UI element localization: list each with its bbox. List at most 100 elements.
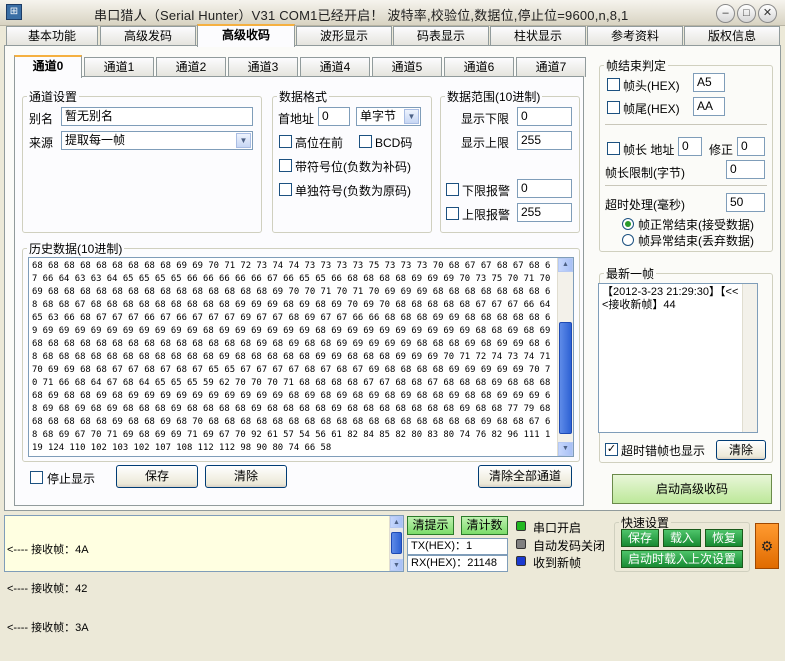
history-textarea[interactable]: 68 68 68 68 68 68 68 68 68 69 69 70 71 7…: [28, 257, 574, 457]
maximize-button[interactable]: □: [737, 4, 756, 23]
autoload-button[interactable]: 启动时载入上次设置: [621, 550, 743, 568]
latest-clear-button[interactable]: 清除: [716, 440, 766, 460]
scroll-up-icon[interactable]: ▲: [390, 516, 403, 528]
tab-reference[interactable]: 参考资料: [587, 26, 683, 46]
start-advanced-receive-button[interactable]: 启动高级收码: [612, 474, 772, 504]
correct-input[interactable]: 0: [737, 137, 765, 156]
quick-save-button[interactable]: 保存: [621, 529, 659, 547]
frame-abnormal-label: 帧异常结束(丢弃数据): [638, 234, 754, 248]
frame-len-addr-input[interactable]: 0: [678, 137, 702, 156]
main-tabs: 基本功能 高级发码 高级收码 波形显示 码表显示 柱状显示 参考资料 版权信息: [4, 24, 781, 47]
tab-channel-1[interactable]: 通道1: [84, 57, 154, 77]
latest-frame-legend: 最新一帧: [606, 267, 655, 281]
tab-bar-chart[interactable]: 柱状显示: [490, 26, 586, 46]
close-button[interactable]: ✕: [758, 4, 777, 23]
scroll-up-icon[interactable]: ▲: [558, 258, 573, 272]
tab-channel-4[interactable]: 通道4: [300, 57, 370, 77]
bcd-checkbox[interactable]: [359, 135, 372, 148]
scroll-down-icon[interactable]: ▼: [390, 559, 403, 571]
tab-channel-7[interactable]: 通道7: [516, 57, 586, 77]
byte-select[interactable]: 单字节 ▼: [356, 107, 421, 126]
latest-frame-textarea[interactable]: 【2012-3-23 21:29:30】【<<<接收新帧】44: [598, 283, 758, 433]
clear-all-channels-button[interactable]: 清除全部通道: [478, 465, 572, 488]
source-select[interactable]: 提取每一帧 ▼: [61, 131, 253, 150]
data-format-legend: 数据格式: [279, 90, 328, 104]
recv-frame-led-icon: [516, 556, 526, 566]
tab-copyright[interactable]: 版权信息: [684, 26, 780, 46]
frame-tail-checkbox[interactable]: [607, 101, 620, 114]
log-scrollbar[interactable]: ▲ ▼: [389, 516, 403, 571]
tab-advanced-receive[interactable]: 高级收码: [197, 24, 295, 47]
auto-send-led-icon: [516, 539, 526, 549]
upper-alarm-label: 上限报警: [462, 208, 511, 222]
signed-label: 带符号位(负数为补码): [295, 160, 411, 174]
bcd-label: BCD码: [375, 136, 413, 150]
scroll-thumb[interactable]: [391, 532, 402, 554]
alias-input[interactable]: 暂无别名: [61, 107, 253, 126]
show-timeout-label: 超时错帧也显示: [621, 444, 706, 458]
save-button[interactable]: 保存: [116, 465, 198, 488]
show-timeout-checkbox[interactable]: ✓: [605, 443, 618, 456]
tab-waveform[interactable]: 波形显示: [296, 26, 392, 46]
frame-end-legend: 帧结束判定: [606, 59, 667, 73]
upper-alarm-input[interactable]: 255: [517, 203, 572, 222]
stop-display-checkbox[interactable]: [30, 471, 43, 484]
tool-icon[interactable]: ⚙: [755, 523, 779, 569]
lower-alarm-input[interactable]: 0: [517, 179, 572, 198]
tab-advanced-send[interactable]: 高级发码: [100, 26, 196, 46]
upper-limit-input[interactable]: 255: [517, 131, 572, 150]
minimize-button[interactable]: –: [716, 4, 735, 23]
byte-select-value: 单字节: [360, 109, 397, 123]
tab-channel-3[interactable]: 通道3: [228, 57, 298, 77]
recv-frame-label: 收到新帧: [533, 556, 582, 570]
frame-len-limit-label: 帧长限制(字节): [605, 166, 685, 180]
history-scrollbar[interactable]: ▲ ▼: [557, 258, 573, 456]
single-sign-checkbox[interactable]: [279, 183, 292, 196]
frame-len-checkbox[interactable]: [607, 142, 620, 155]
scroll-down-icon[interactable]: ▼: [558, 442, 573, 456]
lower-alarm-checkbox[interactable]: [446, 183, 459, 196]
frame-head-checkbox[interactable]: [607, 78, 620, 91]
app-icon[interactable]: ⊞: [6, 4, 22, 20]
chevron-down-icon[interactable]: ▼: [404, 109, 419, 124]
frame-head-input[interactable]: A5: [693, 73, 725, 92]
tab-channel-5[interactable]: 通道5: [372, 57, 442, 77]
divider: [605, 124, 767, 125]
frame-tail-input[interactable]: AA: [693, 97, 725, 116]
timeout-label: 超时处理(毫秒): [605, 198, 685, 212]
scroll-thumb[interactable]: [559, 322, 572, 434]
first-addr-input[interactable]: 0: [318, 107, 350, 126]
latest-frame-scrollbar[interactable]: [742, 284, 757, 432]
frame-normal-label: 帧正常结束(接受数据): [638, 218, 754, 232]
clear-count-button[interactable]: 清计数: [461, 516, 508, 535]
chevron-down-icon[interactable]: ▼: [236, 133, 251, 148]
auto-send-label: 自动发码关闭: [533, 539, 606, 553]
frame-abnormal-radio[interactable]: [622, 234, 634, 246]
tab-channel-2[interactable]: 通道2: [156, 57, 226, 77]
signed-checkbox[interactable]: [279, 159, 292, 172]
tx-counter: TX(HEX)：1: [407, 538, 508, 555]
frame-len-limit-input[interactable]: 0: [726, 160, 765, 179]
tab-channel-0[interactable]: 通道0: [14, 55, 82, 78]
tab-channel-6[interactable]: 通道6: [444, 57, 514, 77]
upper-limit-label: 显示上限: [461, 136, 510, 150]
clear-tip-button[interactable]: 清提示: [407, 516, 454, 535]
quick-load-button[interactable]: 载入: [663, 529, 701, 547]
divider: [605, 185, 767, 186]
clear-button[interactable]: 清除: [205, 465, 287, 488]
window-title: 串口猎人（Serial Hunter）V31 COM1已经开启！ 波特率,校验位…: [94, 8, 629, 23]
log-text: <---- 接收帧：4A <---- 接收帧：42 <---- 接收帧：3A: [7, 518, 89, 661]
channel-settings-legend: 通道设置: [29, 90, 78, 104]
upper-alarm-checkbox[interactable]: [446, 207, 459, 220]
frame-head-label: 帧头(HEX): [623, 79, 680, 93]
channel-tabs: 通道0 通道1 通道2 通道3 通道4 通道5 通道6 通道7: [14, 55, 586, 78]
log-panel[interactable]: <---- 接收帧：4A <---- 接收帧：42 <---- 接收帧：3A ▲…: [4, 515, 404, 634]
frame-normal-radio[interactable]: [622, 218, 634, 230]
latest-frame-text: 【2012-3-23 21:29:30】【<<<接收新帧】44: [602, 286, 739, 311]
timeout-input[interactable]: 50: [726, 193, 765, 212]
tab-basic[interactable]: 基本功能: [6, 26, 98, 46]
tab-code-table[interactable]: 码表显示: [393, 26, 489, 46]
quick-restore-button[interactable]: 恢复: [705, 529, 743, 547]
high-first-checkbox[interactable]: [279, 135, 292, 148]
lower-limit-input[interactable]: 0: [517, 107, 572, 126]
